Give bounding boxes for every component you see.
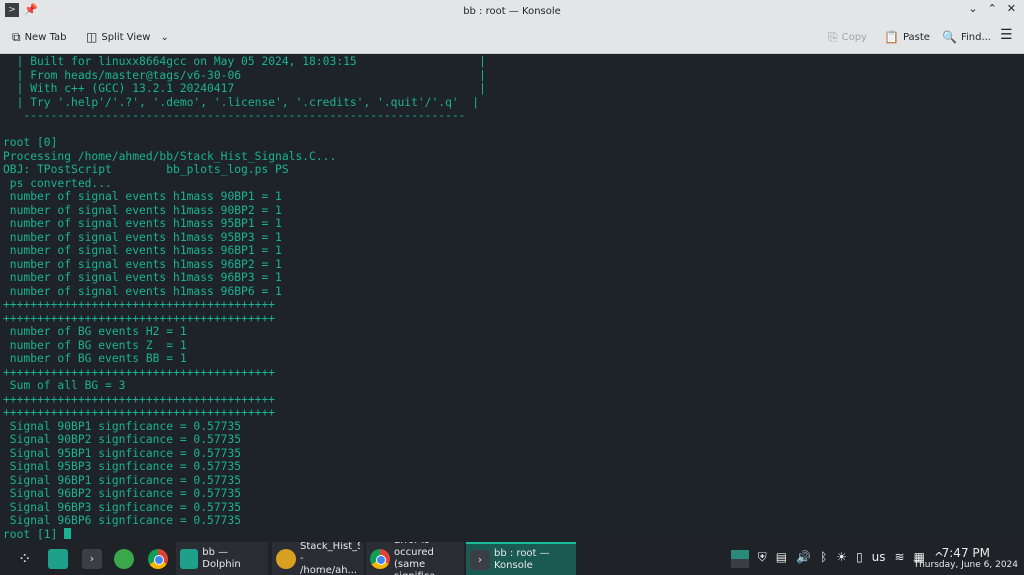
- pinned-dolphin[interactable]: [44, 542, 72, 575]
- terminal-line: | From heads/master@tags/v6-30-06 |: [3, 68, 486, 82]
- search-icon: 🔍: [942, 30, 957, 44]
- app-launcher-button[interactable]: ⁘: [14, 542, 35, 575]
- terminal-line: ++++++++++++++++++++++++++++++++++++++++: [3, 298, 276, 311]
- task-chrome[interactable]: Error is occured (same significa...: [366, 542, 464, 575]
- toolbar: ⧉ New Tab ◫ Split View ⌄ ⎘ Copy 📋 Paste 🔍 Find…: [0, 22, 1024, 54]
- task-editor[interactable]: Stack_Hist_Signals.C - /home/ah...: [272, 542, 364, 575]
- terminal-output[interactable]: | Built for linuxx8664gcc on May 05 2024…: [0, 55, 1024, 542]
- chrome-icon: [370, 548, 390, 569]
- new-tab-button[interactable]: ⧉ New Tab: [12, 30, 67, 45]
- find-button[interactable]: 🔍 Find...: [942, 30, 991, 44]
- terminal-line: Signal 95BP1 signficance = 0.57735: [3, 446, 242, 460]
- terminal-line: number of signal events h1mass 90BP1 = 1: [3, 190, 282, 203]
- terminal-line: OBJ: TPostScript bb_plots_log.ps PS: [3, 163, 289, 176]
- maximize-button[interactable]: ⌃: [988, 2, 997, 15]
- wifi-icon[interactable]: ≋: [895, 550, 905, 568]
- terminal-line: number of BG events BB = 1: [3, 352, 187, 365]
- terminal-line: Processing /home/ahmed/bb/Stack_Hist_Sig…: [3, 149, 337, 163]
- terminal-line: | Try '.help'/'.?', '.demo', '.license',…: [3, 95, 480, 109]
- terminal-line: ++++++++++++++++++++++++++++++++++++++++: [3, 311, 276, 325]
- text-cursor: [64, 527, 72, 539]
- shield-icon[interactable]: ⛨: [758, 550, 767, 568]
- split-view-icon: ◫: [86, 30, 98, 44]
- terminal-line: | With c++ (GCC) 13.2.1 20240417 |: [3, 82, 486, 95]
- brightness-icon[interactable]: ☀: [836, 550, 847, 568]
- terminal-line: number of signal events h1mass 96BP1 = 1: [3, 244, 282, 257]
- clipboard-icon[interactable]: ▤: [776, 550, 787, 568]
- terminal-line: Signal 96BP1 signficance = 0.57735: [3, 473, 242, 487]
- terminal-line: Signal 95BP3 signficance = 0.57735: [3, 460, 242, 473]
- terminal-line: number of BG events Z = 1: [3, 338, 187, 352]
- terminal-line: number of signal events h1mass 96BP3 = 1: [3, 271, 282, 284]
- download-icon: [114, 548, 134, 569]
- terminal-line: ++++++++++++++++++++++++++++++++++++++++: [3, 406, 276, 419]
- terminal-line: root [0]: [3, 136, 58, 149]
- chrome-icon: [148, 548, 168, 569]
- title-bar: > 📌 bb : root — Konsole ⌄ ⌃ ✕: [0, 0, 1024, 22]
- editor-icon: [276, 548, 296, 569]
- folder-icon: [180, 548, 199, 569]
- close-button[interactable]: ✕: [1007, 2, 1016, 15]
- keyboard-layout[interactable]: us: [872, 550, 886, 568]
- phone-icon[interactable]: ▯: [856, 550, 863, 568]
- window-title: bb : root — Konsole: [463, 5, 561, 17]
- launcher-icon: ⁘: [18, 548, 32, 568]
- hamburger-menu-button[interactable]: ☰: [1000, 27, 1013, 43]
- copy-button[interactable]: ⎘ Copy: [828, 30, 867, 45]
- task-dolphin[interactable]: bb — Dolphin: [176, 542, 268, 575]
- volume-icon[interactable]: 🔊: [796, 550, 811, 568]
- pinned-downloader[interactable]: [110, 542, 138, 575]
- folder-icon: [48, 548, 68, 569]
- new-tab-icon: ⧉: [12, 30, 21, 44]
- copy-icon: ⎘: [828, 30, 838, 44]
- terminal-line: ++++++++++++++++++++++++++++++++++++++++: [3, 392, 276, 406]
- terminal-line: Sum of all BG = 3: [3, 379, 126, 392]
- prompt-text: root [1]: [3, 527, 65, 541]
- paste-button[interactable]: 📋 Paste: [884, 30, 930, 44]
- terminal-line: ps converted...: [3, 176, 112, 190]
- bluetooth-icon[interactable]: ᛒ: [820, 550, 827, 568]
- terminal-line: number of signal events h1mass 96BP2 = 1: [3, 257, 282, 271]
- pinned-chrome[interactable]: [144, 542, 172, 575]
- terminal-prompt[interactable]: root [1]: [0, 527, 1024, 542]
- terminal-line: number of BG events H2 = 1: [3, 325, 187, 338]
- clock[interactable]: 7:47 PM Thursday, June 6, 2024: [914, 546, 1018, 570]
- paste-icon: 📋: [884, 30, 899, 44]
- terminal-line: number of signal events h1mass 95BP3 = 1: [3, 230, 282, 244]
- terminal-line: Signal 96BP6 signficance = 0.57735: [3, 514, 242, 527]
- terminal-line: ----------------------------------------…: [3, 109, 466, 122]
- minimize-button[interactable]: ⌄: [968, 2, 977, 15]
- chevron-down-icon: ⌄: [160, 31, 169, 43]
- split-view-button[interactable]: ◫ Split View ⌄: [86, 30, 169, 44]
- terminal-line: Signal 90BP1 signficance = 0.57735: [3, 419, 242, 433]
- terminal-line: Signal 96BP3 signficance = 0.57735: [3, 500, 242, 514]
- terminal-line: number of signal events h1mass 90BP2 = 1: [3, 203, 282, 217]
- terminal-icon: ›: [470, 549, 490, 570]
- taskbar: ⁘ › bb — Dolphin Stack_Hist_Signals.C - …: [0, 542, 1024, 575]
- task-konsole[interactable]: › bb : root — Konsole: [466, 542, 576, 575]
- system-tray: ⛨ ▤ 🔊 ᛒ ☀ ▯ us ≋ ▦ ^: [730, 550, 944, 568]
- terminal-icon: ›: [82, 548, 102, 569]
- terminal-line: Signal 96BP2 signficance = 0.57735: [3, 487, 242, 500]
- terminal-line: number of signal events h1mass 96BP6 = 1: [3, 284, 282, 298]
- terminal-line: | Built for linuxx8664gcc on May 05 2024…: [3, 55, 486, 68]
- virtual-desktop-pager[interactable]: [730, 550, 749, 568]
- terminal-line: Signal 90BP2 signficance = 0.57735: [3, 433, 242, 446]
- terminal-line: number of signal events h1mass 95BP1 = 1: [3, 217, 282, 230]
- pinned-konsole[interactable]: ›: [78, 542, 106, 575]
- menu-icon: ☰: [1000, 27, 1013, 43]
- terminal-line: ++++++++++++++++++++++++++++++++++++++++: [3, 365, 276, 379]
